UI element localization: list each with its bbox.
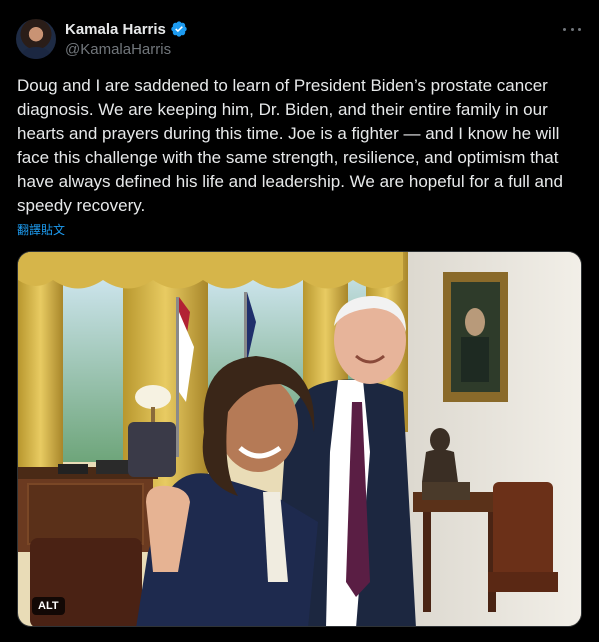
author-name-row: Kamala Harris bbox=[65, 20, 188, 38]
more-options-icon[interactable] bbox=[563, 20, 581, 38]
alt-text-badge[interactable]: ALT bbox=[32, 597, 65, 615]
translate-post-link[interactable]: 翻譯貼文 bbox=[17, 221, 65, 238]
author-display-name[interactable]: Kamala Harris bbox=[65, 21, 166, 38]
photo-illustration bbox=[18, 252, 581, 626]
tweet: Kamala Harris @KamalaHarris Doug and I a… bbox=[0, 0, 599, 642]
avatar[interactable] bbox=[16, 19, 56, 59]
verified-badge-icon[interactable] bbox=[170, 20, 188, 38]
tweet-text: Doug and I are saddened to learn of Pres… bbox=[17, 76, 563, 215]
author-handle[interactable]: @KamalaHarris bbox=[65, 41, 171, 58]
tweet-photo[interactable] bbox=[17, 251, 582, 627]
